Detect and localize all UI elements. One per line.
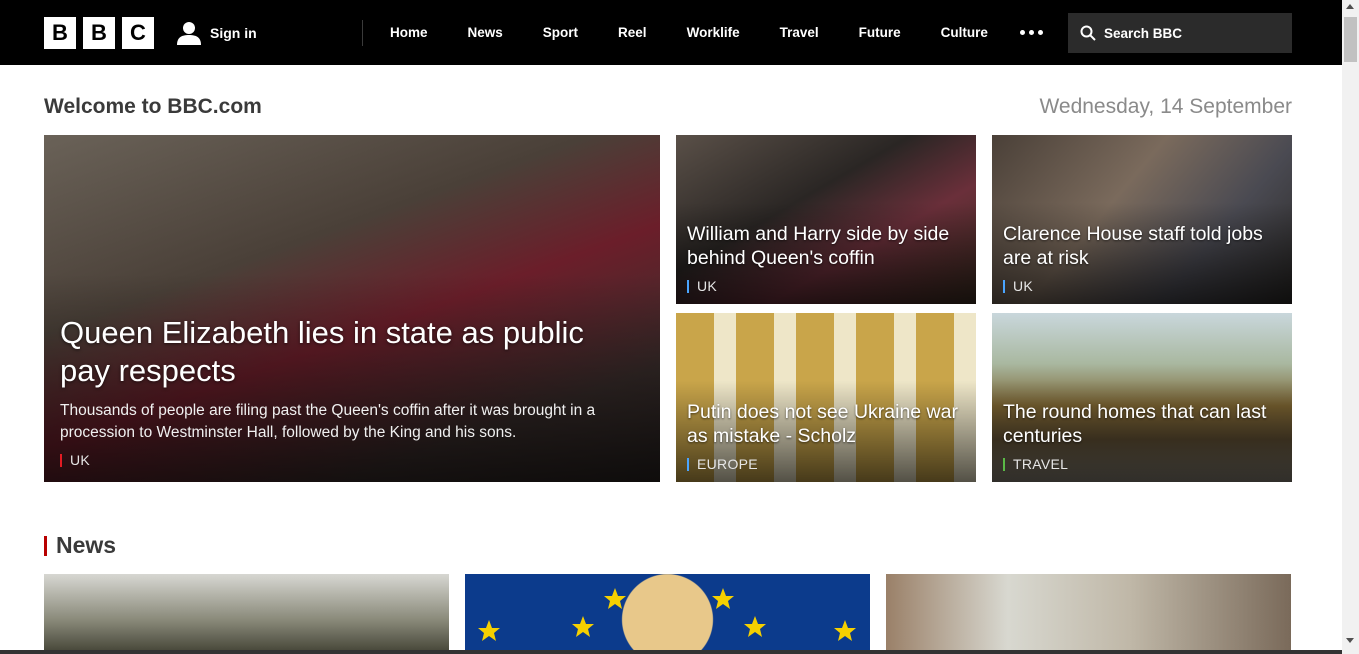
search-bar[interactable]: Search BBC	[1068, 13, 1292, 53]
main-nav: Home News Sport Reel Worklife Travel Fut…	[390, 0, 1043, 65]
nav-sport[interactable]: Sport	[543, 25, 578, 40]
nav-news[interactable]: News	[468, 25, 503, 40]
tag-accent	[1003, 279, 1005, 293]
user-icon	[177, 22, 201, 45]
news-card-image[interactable]	[44, 574, 449, 650]
promo-tag[interactable]: EUROPE	[687, 456, 962, 472]
sign-in-button[interactable]: Sign in	[176, 20, 257, 46]
promo-content: Clarence House staff told jobs are at ri…	[1003, 222, 1278, 294]
tag-label: UK	[697, 278, 718, 294]
bbc-logo[interactable]: B B C	[44, 17, 154, 49]
tag-accent	[60, 453, 62, 467]
nav-divider	[362, 20, 363, 46]
nav-future[interactable]: Future	[859, 25, 901, 40]
hero-summary: Thousands of people are filing past the …	[60, 402, 596, 441]
news-card-image[interactable]	[465, 574, 870, 650]
scroll-up-arrow-icon[interactable]	[1346, 4, 1354, 9]
tag-accent	[687, 457, 689, 471]
nav-reel[interactable]: Reel	[618, 25, 647, 40]
nav-home[interactable]: Home	[390, 25, 428, 40]
section-accent	[44, 535, 47, 556]
logo-block: B	[44, 17, 76, 49]
promo-story[interactable]: Putin does not see Ukraine war as mistak…	[676, 313, 976, 482]
window-bottom-edge	[0, 650, 1342, 654]
promo-story[interactable]: William and Harry side by side behind Qu…	[676, 135, 976, 304]
scroll-thumb[interactable]	[1344, 17, 1357, 62]
hero-story[interactable]: Queen Elizabeth lies in state as public …	[44, 135, 660, 482]
promo-tag[interactable]: UK	[687, 278, 962, 294]
news-card-image[interactable]	[886, 574, 1291, 650]
tag-label: EUROPE	[697, 456, 758, 472]
promo-story[interactable]: Clarence House staff told jobs are at ri…	[992, 135, 1292, 304]
more-menu-icon[interactable]	[1019, 30, 1043, 35]
welcome-title: Welcome to BBC.com	[44, 95, 262, 118]
vertical-scrollbar[interactable]	[1342, 0, 1359, 654]
promo-content: William and Harry side by side behind Qu…	[687, 222, 962, 294]
eu-flag-stars-icon	[478, 588, 856, 641]
logo-block: B	[83, 17, 115, 49]
tag-accent	[1003, 457, 1005, 471]
news-section-heading[interactable]: News	[44, 532, 116, 559]
current-date: Wednesday, 14 September	[1039, 95, 1292, 118]
tag-label: TRAVEL	[1013, 456, 1069, 472]
promo-headline[interactable]: Clarence House staff told jobs are at ri…	[1003, 222, 1278, 270]
promo-story[interactable]: The round homes that can last centuries …	[992, 313, 1292, 482]
top-bar: B B C Sign in Home News Sport Reel Workl…	[0, 0, 1342, 65]
search-label: Search BBC	[1104, 25, 1183, 41]
sign-in-label: Sign in	[210, 25, 257, 41]
tag-accent	[687, 279, 689, 293]
nav-culture[interactable]: Culture	[941, 25, 988, 40]
promo-headline[interactable]: William and Harry side by side behind Qu…	[687, 222, 962, 270]
search-icon	[1080, 25, 1096, 41]
news-section-title: News	[56, 532, 117, 558]
promo-tag[interactable]: TRAVEL	[1003, 456, 1278, 472]
promo-content: Putin does not see Ukraine war as mistak…	[687, 400, 962, 472]
scroll-down-arrow-icon[interactable]	[1346, 638, 1354, 643]
tag-label: UK	[70, 452, 91, 468]
nav-travel[interactable]: Travel	[780, 25, 819, 40]
promo-headline[interactable]: The round homes that can last centuries	[1003, 400, 1278, 448]
hero-headline[interactable]: Queen Elizabeth lies in state as public …	[60, 314, 630, 390]
hero-tag[interactable]: UK	[60, 452, 630, 468]
nav-worklife[interactable]: Worklife	[687, 25, 740, 40]
promo-tag[interactable]: UK	[1003, 278, 1278, 294]
hero-content: Queen Elizabeth lies in state as public …	[60, 314, 630, 468]
logo-block: C	[122, 17, 154, 49]
tag-label: UK	[1013, 278, 1034, 294]
promo-headline[interactable]: Putin does not see Ukraine war as mistak…	[687, 400, 962, 448]
promo-content: The round homes that can last centuries …	[1003, 400, 1278, 472]
